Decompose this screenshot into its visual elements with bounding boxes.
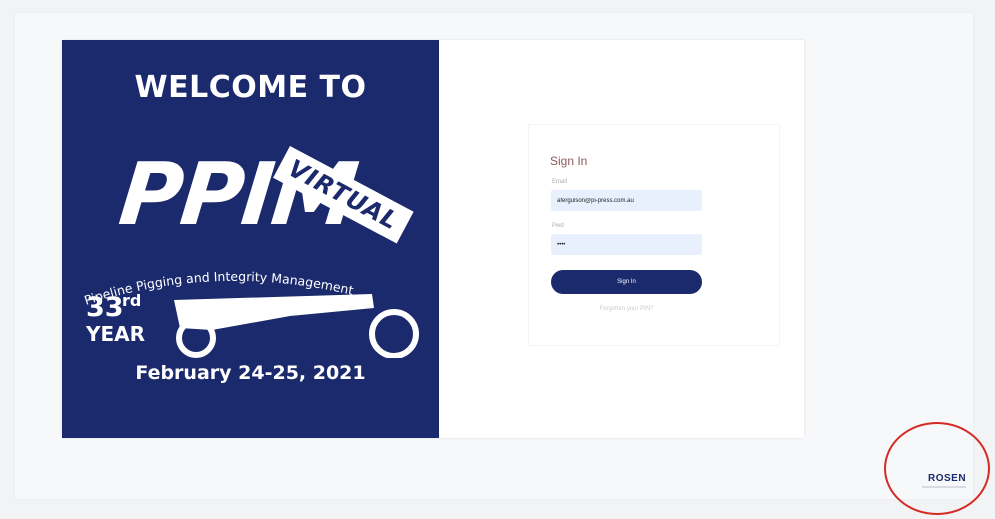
year-suffix: rd [122,291,142,310]
welcome-heading: WELCOME TO [134,70,367,105]
signin-title: Sign In [550,154,588,168]
year-number: 33 [86,292,124,323]
event-banner: WELCOME TO PPIM VIRTUAL Pipeline Pigging… [62,40,439,438]
event-dates: February 24-25, 2021 [135,362,366,384]
signin-button[interactable]: Sign In [551,270,702,294]
password-label: Pwd [552,223,564,229]
email-label: Email [552,179,568,185]
rosen-logo-underline [922,486,966,488]
email-field[interactable] [551,190,702,211]
forgot-pin-link[interactable]: Forgotten your PIN? [551,306,702,312]
highlight-circle [884,422,990,515]
year-word: YEAR [86,322,146,346]
password-field[interactable] [551,234,702,255]
rosen-logo[interactable]: ROSEN [928,473,966,484]
